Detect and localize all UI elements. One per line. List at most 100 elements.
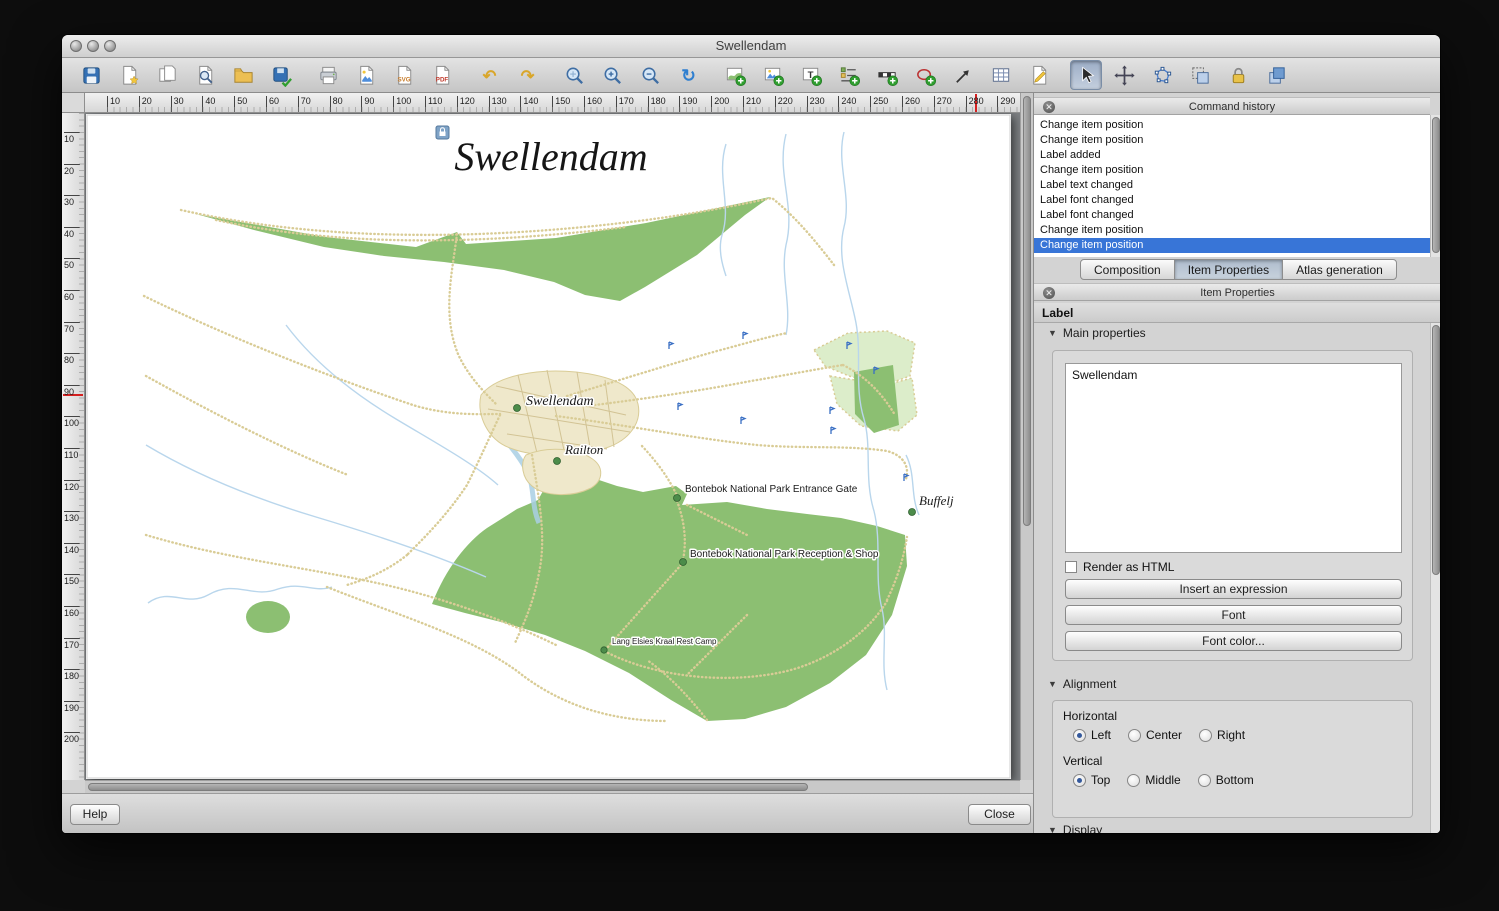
composer-canvas[interactable]: Swellendam Railton Bontebok National Par… bbox=[85, 113, 1020, 780]
map-label-reception-shop: Bontebok National Park Reception & Shop bbox=[690, 549, 879, 560]
alignment-disclosure[interactable]: ▼Alignment bbox=[1048, 677, 1116, 691]
command-history-item[interactable]: Label font changed bbox=[1034, 193, 1430, 208]
load-from-template-icon[interactable] bbox=[227, 60, 259, 90]
command-history-scroll-thumb[interactable] bbox=[1432, 117, 1440, 253]
command-history-item[interactable]: Change item position bbox=[1034, 118, 1430, 133]
svg-text:↷: ↷ bbox=[520, 67, 534, 85]
render-as-html-checkbox[interactable] bbox=[1065, 561, 1077, 573]
duplicate-composition-icon[interactable] bbox=[151, 60, 183, 90]
page-title-label-item[interactable]: Swellendam bbox=[454, 134, 647, 179]
hruler-label: 120 bbox=[457, 96, 475, 112]
toolbar-separator bbox=[461, 60, 470, 90]
toolbar-separator bbox=[546, 60, 555, 90]
align-center-radio[interactable] bbox=[1128, 729, 1141, 742]
export-as-svg-icon[interactable]: SVG bbox=[388, 60, 420, 90]
properties-scrollbar[interactable] bbox=[1430, 323, 1440, 833]
add-arrow-icon[interactable] bbox=[947, 60, 979, 90]
command-history-list[interactable]: Change item positionChange item position… bbox=[1034, 115, 1430, 257]
font-color-button[interactable]: Font color... bbox=[1065, 631, 1402, 651]
item-properties-close-icon[interactable]: ✕ bbox=[1043, 287, 1055, 299]
add-image-icon[interactable] bbox=[757, 60, 789, 90]
close-window-button[interactable] bbox=[70, 40, 82, 52]
tab-atlas-generation[interactable]: Atlas generation bbox=[1282, 259, 1397, 280]
tab-item-properties[interactable]: Item Properties bbox=[1174, 259, 1283, 280]
select-move-item-icon[interactable] bbox=[1070, 60, 1102, 90]
add-legend-icon[interactable] bbox=[833, 60, 865, 90]
save-as-template-icon[interactable] bbox=[265, 60, 297, 90]
align-middle-radio[interactable] bbox=[1127, 774, 1140, 787]
vertical-alignment-radios: Top Middle Bottom bbox=[1073, 773, 1271, 787]
add-shape-icon[interactable] bbox=[909, 60, 941, 90]
vruler-label: 200 bbox=[64, 732, 80, 744]
font-button[interactable]: Font bbox=[1065, 605, 1402, 625]
add-html-frame-icon[interactable] bbox=[1023, 60, 1055, 90]
print-icon[interactable] bbox=[312, 60, 344, 90]
redo-icon[interactable]: ↷ bbox=[511, 60, 543, 90]
command-history-item[interactable]: Change item position bbox=[1034, 163, 1430, 178]
help-button[interactable]: Help bbox=[70, 804, 120, 825]
canvas-vertical-scrollbar[interactable] bbox=[1020, 93, 1033, 780]
horizontal-alignment-label: Horizontal bbox=[1063, 709, 1117, 723]
canvas-hscroll-thumb[interactable] bbox=[88, 783, 808, 791]
add-attribute-table-icon[interactable] bbox=[985, 60, 1017, 90]
export-as-pdf-icon[interactable]: PDF bbox=[426, 60, 458, 90]
map-item[interactable]: Swellendam Railton Bontebok National Par… bbox=[86, 114, 1011, 779]
composer-manager-icon[interactable] bbox=[189, 60, 221, 90]
align-top-radio[interactable] bbox=[1073, 774, 1086, 787]
align-left-radio[interactable] bbox=[1073, 729, 1086, 742]
new-composition-icon[interactable] bbox=[113, 60, 145, 90]
composition-page[interactable]: Swellendam Railton Bontebok National Par… bbox=[86, 114, 1011, 779]
label-text-input[interactable]: Swellendam bbox=[1065, 363, 1402, 553]
properties-scroll-thumb[interactable] bbox=[1432, 325, 1440, 575]
hruler-label: 140 bbox=[520, 96, 538, 112]
zoom-window-button[interactable] bbox=[104, 40, 116, 52]
toolbar-separator bbox=[707, 60, 716, 90]
edit-nodes-item-icon[interactable] bbox=[1146, 60, 1178, 90]
command-history-item[interactable]: Change item position bbox=[1034, 238, 1430, 253]
command-history-close-icon[interactable]: ✕ bbox=[1043, 101, 1055, 113]
undo-icon[interactable]: ↶ bbox=[473, 60, 505, 90]
vruler-label: 120 bbox=[64, 480, 80, 492]
command-history-item[interactable]: Label text changed bbox=[1034, 178, 1430, 193]
zoom-in-icon[interactable] bbox=[596, 60, 628, 90]
hruler-label: 80 bbox=[330, 96, 343, 112]
main-properties-disclosure[interactable]: ▼Main properties bbox=[1048, 326, 1146, 340]
svg-text:PDF: PDF bbox=[435, 76, 448, 83]
map-label-rest-camp: Lang Elsies Kraal Rest Camp bbox=[612, 637, 717, 646]
command-history-item[interactable]: Label font changed bbox=[1034, 208, 1430, 223]
zoom-full-icon[interactable] bbox=[558, 60, 590, 90]
minimize-window-button[interactable] bbox=[87, 40, 99, 52]
command-history-item[interactable]: Change item position bbox=[1034, 133, 1430, 148]
export-as-image-icon[interactable] bbox=[350, 60, 382, 90]
canvas-vscroll-thumb[interactable] bbox=[1023, 96, 1031, 526]
group-items-icon[interactable] bbox=[1184, 60, 1216, 90]
align-right-radio[interactable] bbox=[1199, 729, 1212, 742]
map-label-entrance-gate: Bontebok National Park Entrance Gate bbox=[685, 484, 858, 495]
hruler-label: 170 bbox=[616, 96, 634, 112]
command-history-item[interactable]: Change item position bbox=[1034, 223, 1430, 238]
add-new-map-icon[interactable] bbox=[719, 60, 751, 90]
insert-expression-button[interactable]: Insert an expression bbox=[1065, 579, 1402, 599]
save-project-icon[interactable] bbox=[75, 60, 107, 90]
command-history-item[interactable]: Label added bbox=[1034, 148, 1430, 163]
map-label-railton: Railton bbox=[564, 442, 603, 457]
titlebar[interactable]: Swellendam bbox=[62, 35, 1440, 58]
hruler-label: 110 bbox=[425, 96, 442, 112]
canvas-horizontal-scrollbar[interactable] bbox=[85, 780, 1020, 793]
display-disclosure[interactable]: ▼Display bbox=[1048, 823, 1102, 833]
move-item-content-icon[interactable] bbox=[1108, 60, 1140, 90]
vruler-label: 190 bbox=[64, 701, 80, 713]
toolbar: SVG PDF ↶ ↷ ↻ T bbox=[62, 58, 1440, 93]
disclosure-triangle-icon: ▼ bbox=[1048, 328, 1057, 338]
raise-items-icon[interactable] bbox=[1260, 60, 1292, 90]
vertical-alignment-label: Vertical bbox=[1063, 754, 1102, 768]
add-scalebar-icon[interactable] bbox=[871, 60, 903, 90]
command-history-scrollbar[interactable] bbox=[1430, 115, 1440, 257]
align-bottom-radio[interactable] bbox=[1198, 774, 1211, 787]
zoom-out-icon[interactable] bbox=[634, 60, 666, 90]
tab-composition[interactable]: Composition bbox=[1080, 259, 1175, 280]
lock-items-icon[interactable] bbox=[1222, 60, 1254, 90]
refresh-view-icon[interactable]: ↻ bbox=[672, 60, 704, 90]
add-label-icon[interactable]: T bbox=[795, 60, 827, 90]
close-button[interactable]: Close bbox=[968, 804, 1031, 825]
